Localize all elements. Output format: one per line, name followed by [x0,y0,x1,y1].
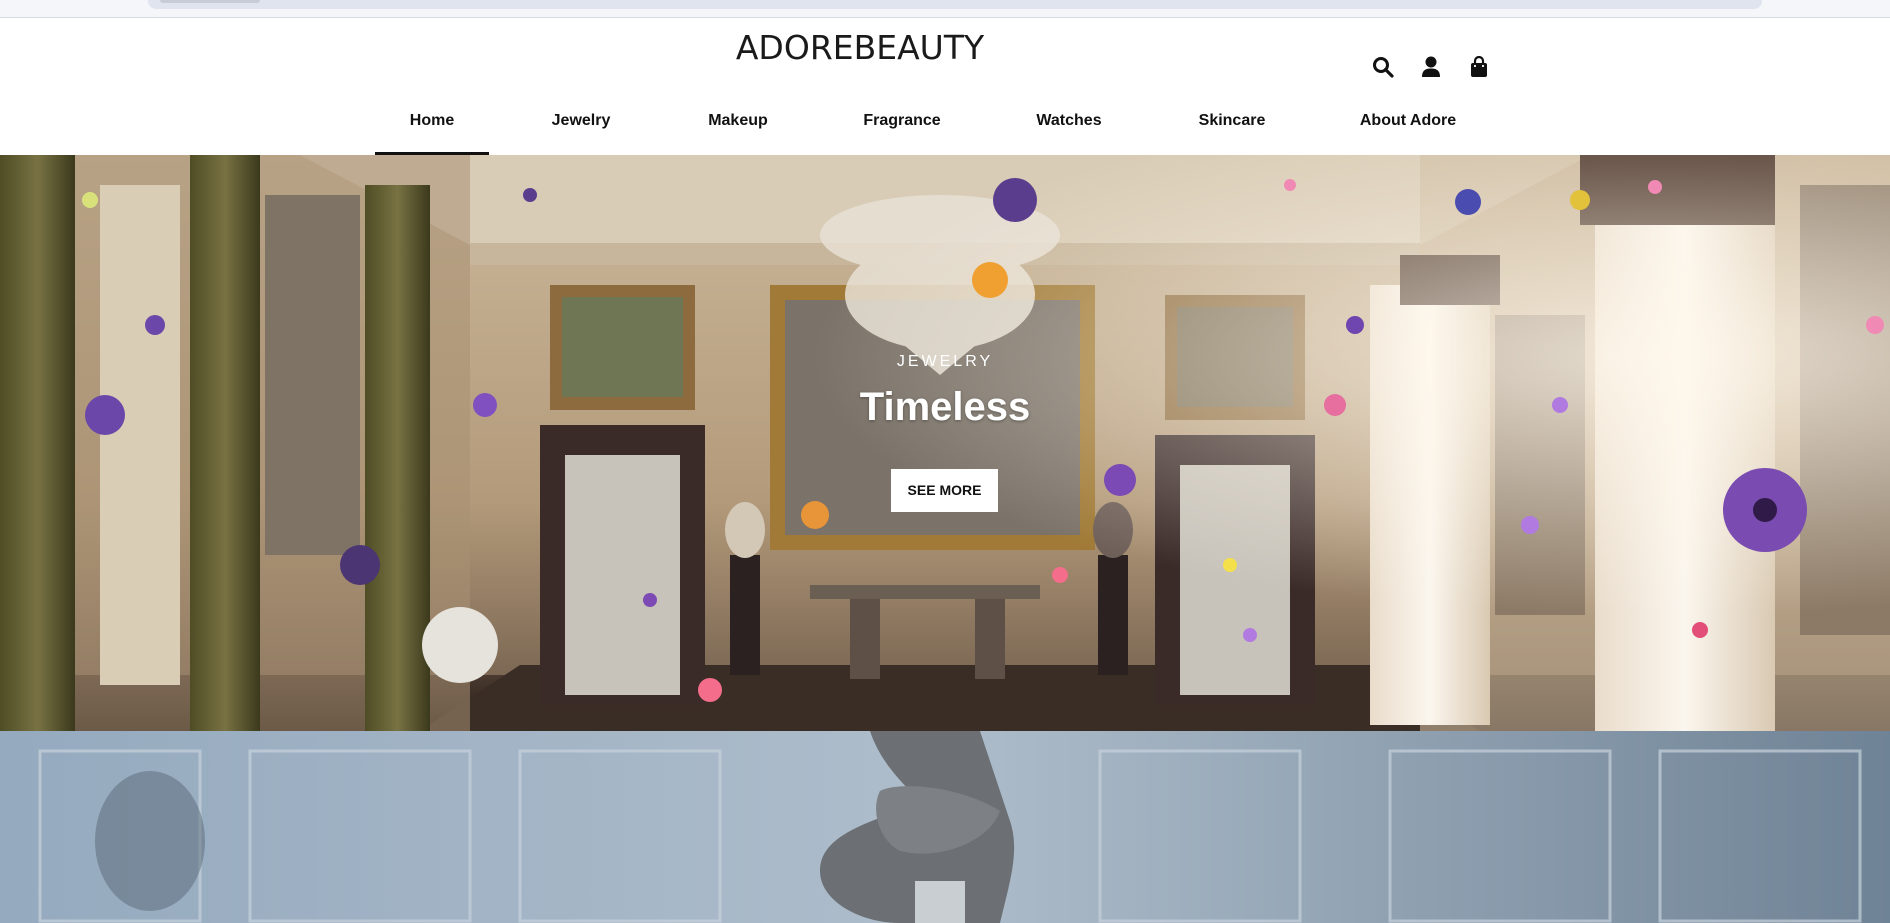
hero-banner[interactable]: JEWELRY Timeless SEE MORE [0,155,1890,731]
nav-item-about-adore[interactable]: About Adore [1348,108,1468,152]
second-banner-image [0,731,1890,923]
scroll-thumb[interactable] [160,0,260,3]
nav-item-makeup[interactable]: Makeup [694,108,782,152]
hero-background-image [0,155,1890,731]
second-banner[interactable] [0,731,1890,923]
main-navigation: Home Jewelry Makeup Fragrance Watches Sk… [0,108,1890,156]
nav-item-skincare[interactable]: Skincare [1187,108,1277,152]
nav-item-home[interactable]: Home [375,108,489,156]
browser-top-bar [0,0,1890,18]
site-header: ADOREBEAUTY Home Jewelry Makeup Fragranc… [0,18,1890,156]
nav-item-fragrance[interactable]: Fragrance [852,108,952,152]
nav-item-jewelry[interactable]: Jewelry [538,108,624,152]
bag-icon[interactable] [1466,54,1492,80]
nav-item-watches[interactable]: Watches [1024,108,1114,152]
see-more-button[interactable]: SEE MORE [891,469,998,512]
hero-eyebrow: JEWELRY [896,353,994,370]
header-icons [1370,54,1492,80]
user-icon[interactable] [1418,54,1444,80]
scroll-track[interactable] [148,0,1762,9]
search-icon[interactable] [1370,54,1396,80]
brand-logo[interactable]: ADOREBEAUTY [700,26,1020,70]
hero-title: Timeless [859,385,1031,429]
